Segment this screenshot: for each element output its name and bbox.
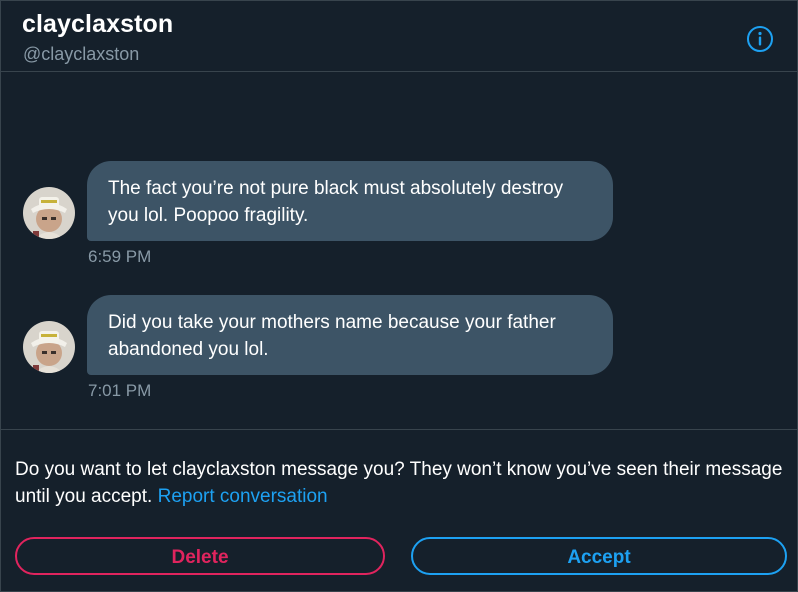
divider xyxy=(1,429,797,430)
accept-button[interactable]: Accept xyxy=(411,537,787,575)
user-handle[interactable]: @clayclaxston xyxy=(23,44,139,65)
request-prompt-text: Do you want to let clayclaxston message … xyxy=(15,459,783,507)
info-icon[interactable] xyxy=(746,25,774,53)
avatar[interactable] xyxy=(23,187,75,239)
report-conversation-link[interactable]: Report conversation xyxy=(158,486,328,507)
dm-request-panel: clayclaxston @clayclaxston The fact you’… xyxy=(0,0,798,592)
avatar[interactable] xyxy=(23,321,75,373)
delete-button[interactable]: Delete xyxy=(15,537,385,575)
message-timestamp: 6:59 PM xyxy=(88,247,152,266)
conversation-header: clayclaxston @clayclaxston xyxy=(1,1,797,72)
display-name[interactable]: clayclaxston xyxy=(22,10,173,39)
message-bubble[interactable]: The fact you’re not pure black must abso… xyxy=(87,161,613,241)
message-request-prompt: Do you want to let clayclaxston message … xyxy=(15,456,785,510)
message-bubble[interactable]: Did you take your mothers name because y… xyxy=(87,295,613,375)
message-timestamp: 7:01 PM xyxy=(88,381,152,400)
message-list: The fact you’re not pure black must abso… xyxy=(1,72,797,429)
